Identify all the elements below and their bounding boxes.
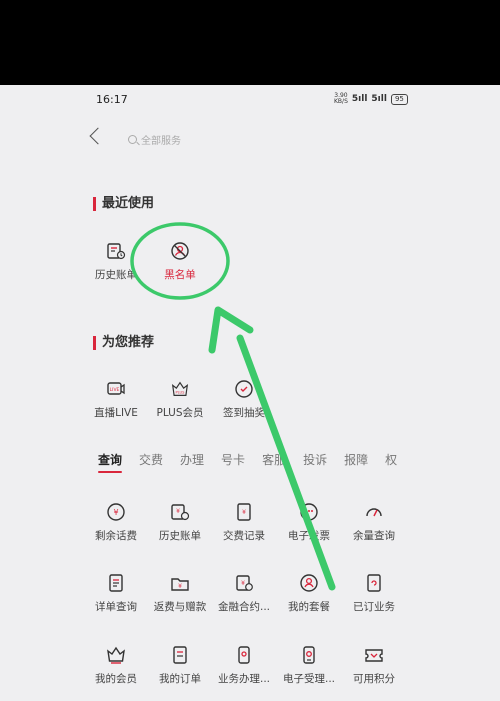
grid-item-label: 历史账单	[159, 530, 201, 542]
blacklist-icon	[170, 241, 190, 261]
svg-text:¥: ¥	[176, 508, 180, 515]
tab-more[interactable]: 权	[385, 451, 397, 468]
recommend-item-plus[interactable]: PLUS PLUS会员	[144, 379, 216, 420]
tab-report-fault[interactable]: 报障	[344, 451, 368, 468]
grid-item-detail-list[interactable]: 详单查询	[80, 573, 152, 614]
grid-item-label: 交费记录	[223, 530, 265, 542]
recent-item-label: 黑名单	[164, 269, 196, 281]
svg-text:¥: ¥	[178, 583, 182, 590]
recent-item-blacklist[interactable]: 黑名单	[144, 241, 216, 282]
orders-icon	[170, 645, 190, 665]
points-icon	[364, 645, 384, 665]
recommend-item-live[interactable]: LIVE 直播LIVE	[80, 379, 152, 420]
grid-item-label: 电子受理...	[282, 673, 335, 685]
grid-item-finance-contract[interactable]: ¥ 金融合约...	[208, 573, 280, 614]
search-bar[interactable]: 全部服务	[128, 132, 181, 147]
recommend-section-title: 为您推荐	[93, 336, 154, 350]
grid-item-label: 可用积分	[353, 673, 395, 685]
payment-record-icon: ¥	[234, 502, 254, 522]
status-time: 16:17	[96, 93, 128, 106]
live-icon: LIVE	[106, 379, 126, 399]
category-tabs: 查询 交费 办理 号卡 客服 投诉 报障 权	[98, 451, 397, 473]
svg-text:¥: ¥	[242, 509, 246, 516]
grid-item-label: 已订业务	[353, 601, 395, 613]
member-crown-icon	[106, 645, 126, 665]
phone-screen: 16:17 3.90 KB/S 5ıll 5ıll 95 全部服务 最近使用 历…	[0, 85, 500, 701]
grid-item-label: 我的套餐	[288, 601, 330, 613]
grid-item-payment-record[interactable]: ¥ 交费记录	[208, 502, 280, 543]
recommend-item-label: PLUS会员	[156, 407, 204, 419]
grid-item-points[interactable]: 可用积分	[338, 645, 410, 686]
tab-number-card[interactable]: 号卡	[221, 451, 245, 468]
grid-item-label: 电子发票	[288, 530, 330, 542]
recent-item-label: 历史账单	[95, 269, 137, 281]
grid-item-rebate[interactable]: ¥ 返费与赠款	[144, 573, 216, 614]
recent-item-bill-history[interactable]: 历史账单	[80, 241, 152, 282]
finance-contract-icon: ¥	[234, 573, 254, 593]
recommend-item-checkin[interactable]: 签到抽奖	[208, 379, 280, 420]
signal-icon: 5ıll	[371, 94, 387, 104]
balance-icon: ¥	[106, 502, 126, 522]
recommend-item-label: 签到抽奖	[223, 407, 265, 419]
grid-item-label: 金融合约...	[217, 601, 270, 613]
e-acceptance-icon	[299, 645, 319, 665]
grid-item-label: 返费与赠款	[153, 601, 207, 613]
grid-item-my-member[interactable]: 我的会员	[80, 645, 152, 686]
rebate-icon: ¥	[170, 573, 190, 593]
detail-list-icon	[106, 573, 126, 593]
back-arrow-icon[interactable]	[89, 127, 107, 145]
tab-payment[interactable]: 交费	[139, 451, 163, 468]
svg-text:¥: ¥	[241, 580, 245, 587]
search-placeholder: 全部服务	[141, 136, 181, 147]
svg-text:¥: ¥	[113, 508, 118, 517]
grid-item-label: 余量查询	[353, 530, 395, 542]
recommend-item-label: 直播LIVE	[94, 407, 138, 419]
grid-item-label: 详单查询	[95, 601, 137, 613]
bill-history-icon: ¥	[170, 502, 190, 522]
battery-icon: 95	[390, 93, 408, 105]
grid-item-my-plan[interactable]: 我的套餐	[273, 573, 345, 614]
bill-history-icon	[106, 241, 126, 261]
grid-item-label: 我的会员	[95, 673, 137, 685]
grid-item-subscribed[interactable]: 已订业务	[338, 573, 410, 614]
subscribed-icon	[364, 573, 384, 593]
tab-customer-service[interactable]: 客服	[262, 451, 286, 468]
grid-item-e-acceptance[interactable]: 电子受理...	[273, 645, 345, 686]
grid-item-invoice[interactable]: 电子发票	[273, 502, 345, 543]
grid-item-label: 我的订单	[159, 673, 201, 685]
recent-section-title: 最近使用	[93, 197, 154, 211]
grid-item-balance[interactable]: ¥ 剩余话费	[80, 502, 152, 543]
checkin-icon	[234, 379, 254, 399]
invoice-icon	[299, 502, 319, 522]
search-icon	[128, 135, 137, 144]
tab-complaint[interactable]: 投诉	[303, 451, 327, 468]
plus-crown-icon: PLUS	[170, 379, 190, 399]
svg-text:LIVE: LIVE	[110, 387, 120, 393]
network-speed: 3.90 KB/S	[334, 92, 348, 105]
black-top-bar	[0, 0, 500, 85]
my-plan-icon	[299, 573, 319, 593]
grid-item-business[interactable]: 业务办理...	[208, 645, 280, 686]
grid-item-my-orders[interactable]: 我的订单	[144, 645, 216, 686]
svg-text:PLUS: PLUS	[176, 391, 186, 395]
business-icon	[234, 645, 254, 665]
grid-item-bill-history[interactable]: ¥ 历史账单	[144, 502, 216, 543]
grid-item-label: 业务办理...	[217, 673, 270, 685]
grid-item-label: 剩余话费	[95, 530, 137, 542]
tab-handle[interactable]: 办理	[180, 451, 204, 468]
data-usage-icon	[364, 502, 384, 522]
tab-query[interactable]: 查询	[98, 451, 123, 473]
signal-icon: 5ıll	[351, 94, 368, 104]
status-indicators: 3.90 KB/S 5ıll 5ıll 95	[334, 93, 408, 105]
grid-item-data-usage[interactable]: 余量查询	[338, 502, 410, 543]
